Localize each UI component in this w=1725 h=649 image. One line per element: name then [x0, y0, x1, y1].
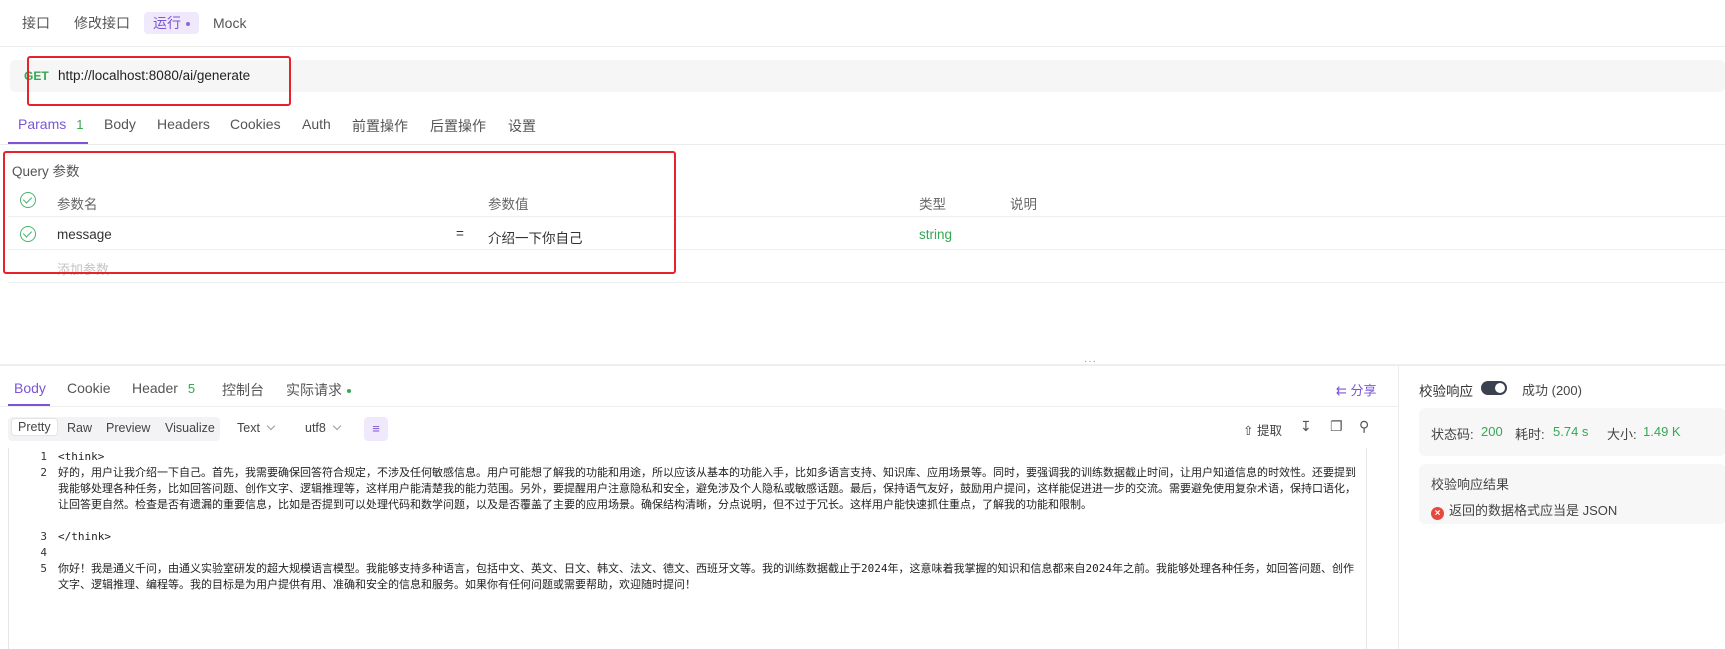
unsaved-dot	[186, 22, 190, 27]
response-body-editor[interactable]: 1 <think> 2 好的，用户让我介绍一下自己。首先，我需要确保回答符合规定…	[8, 448, 1369, 649]
resize-handle-icon[interactable]: ···	[1084, 356, 1097, 367]
status-code-value: 200	[1481, 424, 1503, 439]
tab-cookies[interactable]: Cookies	[230, 116, 281, 132]
request-tabs: Params 1 Body Headers Cookies Auth 前置操作 后…	[0, 108, 1725, 145]
format-raw[interactable]: Raw	[67, 421, 92, 435]
resp-tab-actual-label: 实际请求	[286, 382, 342, 398]
encoding-value: utf8	[305, 421, 326, 435]
extract-button[interactable]: ⇧ 提取	[1243, 420, 1282, 439]
resp-tab-actual-request[interactable]: 实际请求	[286, 380, 351, 400]
validation-panel: 校验响应 成功 (200) 状态码: 200 耗时: 5.74 s 大小: 1.…	[1398, 366, 1725, 649]
line-number: 1	[40, 450, 47, 463]
size-value: 1.49 K	[1643, 424, 1681, 439]
encoding-select[interactable]: utf8	[305, 421, 342, 435]
tab-params[interactable]: Params 1	[18, 116, 83, 132]
tab-pre-operations[interactable]: 前置操作	[352, 116, 408, 136]
tab-edit-api[interactable]: 修改接口	[70, 12, 134, 34]
share-icon: ⇇	[1336, 383, 1347, 398]
param-type-select[interactable]: string	[919, 227, 952, 242]
line-number: 5	[40, 562, 47, 575]
error-icon: ×	[1431, 507, 1444, 520]
resp-tab-console[interactable]: 控制台	[222, 380, 264, 400]
content-type-select[interactable]: Text	[237, 421, 276, 435]
resp-tab-divider	[0, 406, 1398, 407]
status-code-label: 状态码:	[1431, 427, 1474, 442]
code-line: 好的，用户让我介绍一下自己。首先，我需要确保回答符合规定，不涉及任何敏感信息。用…	[58, 466, 1356, 511]
extract-icon: ⇧	[1243, 424, 1254, 438]
chevron-down-icon	[266, 421, 276, 431]
resp-tab-cookie[interactable]: Cookie	[67, 380, 111, 396]
tab-run-label: 运行	[153, 15, 181, 31]
content-type-value: Text	[237, 421, 260, 435]
tab-headers[interactable]: Headers	[157, 116, 210, 132]
format-pretty[interactable]: Pretty	[12, 419, 57, 435]
validation-error-message: 返回的数据格式应当是 JSON	[1449, 503, 1618, 518]
response-metrics-card: 状态码: 200 耗时: 5.74 s 大小: 1.49 K	[1419, 408, 1725, 456]
tab-mock[interactable]: Mock	[209, 12, 250, 34]
tab-body[interactable]: Body	[104, 116, 136, 132]
line-number: 4	[40, 546, 47, 559]
validation-error: × 返回的数据格式应当是 JSON	[1431, 500, 1617, 520]
line-number: 3	[40, 530, 47, 543]
validation-result-text: 成功 (200)	[1522, 383, 1582, 398]
top-tab-bar: 接口 修改接口 运行 Mock	[0, 0, 1725, 47]
resp-tab-header-label: Header	[132, 380, 178, 396]
code-line: </think>	[58, 530, 111, 543]
code-line: <think>	[58, 450, 105, 463]
active-tab-underline	[8, 142, 88, 144]
copy-icon[interactable]: ❐	[1330, 418, 1343, 435]
tab-api[interactable]: 接口	[18, 12, 54, 34]
validate-toggle[interactable]	[1481, 381, 1507, 395]
tab-settings[interactable]: 设置	[508, 116, 536, 136]
line-number: 2	[40, 466, 47, 479]
col-header-desc: 说明	[1010, 197, 1037, 212]
params-count: 1	[76, 117, 84, 132]
time-value: 5.74 s	[1553, 424, 1589, 439]
tab-auth[interactable]: Auth	[302, 116, 331, 132]
highlight-box-url	[27, 56, 291, 106]
share-label: 分享	[1350, 383, 1377, 398]
editor-scrollbar[interactable]	[1366, 448, 1367, 649]
code-line: 你好！我是通义千问，由通义实验室研发的超大规模语言模型。我能够支持多种语言，包括…	[58, 562, 1354, 591]
resp-tab-body[interactable]: Body	[14, 380, 46, 396]
extract-label: 提取	[1256, 424, 1282, 438]
highlight-box-query	[3, 151, 676, 274]
share-button[interactable]: ⇇ 分享	[1336, 380, 1377, 399]
row-divider	[8, 282, 1725, 283]
status-dot	[347, 389, 351, 394]
validate-response-label: 校验响应	[1419, 384, 1473, 399]
validation-result-card: 校验响应结果 × 返回的数据格式应当是 JSON	[1419, 464, 1725, 524]
tab-post-operations[interactable]: 后置操作	[430, 116, 486, 136]
resp-tab-header[interactable]: Header 5	[132, 380, 195, 396]
format-preview[interactable]: Preview	[106, 421, 150, 435]
search-icon[interactable]: ⚲	[1359, 418, 1369, 435]
size-label: 大小:	[1607, 427, 1637, 442]
chevron-down-icon	[332, 421, 342, 431]
tab-run[interactable]: 运行	[144, 12, 199, 34]
format-tabs: Pretty Raw Preview Visualize	[8, 417, 220, 441]
download-icon[interactable]: ↧	[1300, 418, 1312, 435]
header-count: 5	[187, 381, 196, 396]
tab-params-label: Params	[18, 116, 67, 132]
col-header-type: 类型	[919, 197, 946, 212]
time-label: 耗时:	[1515, 427, 1545, 442]
wrap-lines-icon[interactable]: ≡	[364, 417, 388, 441]
format-visualize[interactable]: Visualize	[165, 421, 215, 435]
validation-result-title: 校验响应结果	[1431, 477, 1510, 492]
